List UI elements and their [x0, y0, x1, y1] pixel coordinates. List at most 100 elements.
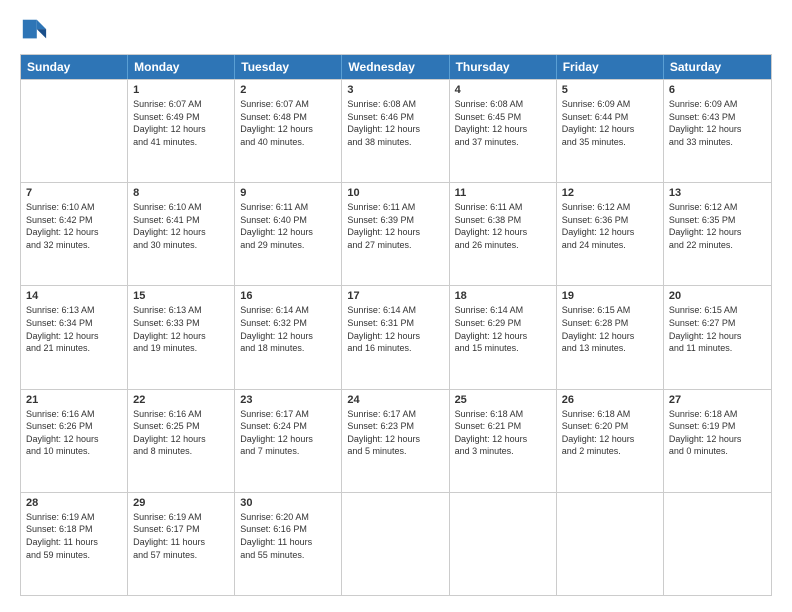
week-row-1: 1Sunrise: 6:07 AMSunset: 6:49 PMDaylight…: [21, 79, 771, 182]
day-number: 13: [669, 187, 766, 199]
week-row-3: 14 Sunrise: 6:13 AMSunset: 6:34 PMDayligh…: [21, 285, 771, 388]
calendar-cell: 15 Sunrise: 6:13 AMSunset: 6:33 PMDayligh…: [128, 286, 235, 388]
day-number: 7: [26, 187, 122, 199]
calendar-cell: [342, 493, 449, 595]
day-info: Sunrise: 6:20 AMSunset: 6:16 PMDaylight:…: [240, 511, 336, 561]
day-info: Sunrise: 6:10 AMSunset: 6:42 PMDaylight:…: [26, 201, 122, 251]
calendar-cell: 30 Sunrise: 6:20 AMSunset: 6:16 PMDayligh…: [235, 493, 342, 595]
day-info: Sunrise: 6:19 AMSunset: 6:17 PMDaylight:…: [133, 511, 229, 561]
day-number: 9: [240, 187, 336, 199]
calendar-cell: 17 Sunrise: 6:14 AMSunset: 6:31 PMDayligh…: [342, 286, 449, 388]
calendar-cell: [21, 80, 128, 182]
day-info: Sunrise: 6:14 AMSunset: 6:29 PMDaylight:…: [455, 304, 551, 354]
day-info: Sunrise: 6:16 AMSunset: 6:25 PMDaylight:…: [133, 408, 229, 458]
calendar-cell: 12 Sunrise: 6:12 AMSunset: 6:36 PMDayligh…: [557, 183, 664, 285]
day-number: 27: [669, 394, 766, 406]
day-info: Sunrise: 6:16 AMSunset: 6:26 PMDaylight:…: [26, 408, 122, 458]
day-info: Sunrise: 6:14 AMSunset: 6:31 PMDaylight:…: [347, 304, 443, 354]
header-day: Saturday: [664, 55, 771, 79]
header-day: Tuesday: [235, 55, 342, 79]
day-number: 8: [133, 187, 229, 199]
day-number: 11: [455, 187, 551, 199]
day-info: Sunrise: 6:17 AMSunset: 6:24 PMDaylight:…: [240, 408, 336, 458]
day-info: Sunrise: 6:12 AMSunset: 6:35 PMDaylight:…: [669, 201, 766, 251]
day-info: Sunrise: 6:18 AMSunset: 6:21 PMDaylight:…: [455, 408, 551, 458]
day-number: 22: [133, 394, 229, 406]
calendar-cell: 23 Sunrise: 6:17 AMSunset: 6:24 PMDayligh…: [235, 390, 342, 492]
header-day: Wednesday: [342, 55, 449, 79]
calendar: SundayMondayTuesdayWednesdayThursdayFrid…: [20, 54, 772, 596]
calendar-cell: 26 Sunrise: 6:18 AMSunset: 6:20 PMDayligh…: [557, 390, 664, 492]
day-number: 21: [26, 394, 122, 406]
calendar-cell: [450, 493, 557, 595]
day-number: 18: [455, 290, 551, 302]
day-number: 15: [133, 290, 229, 302]
day-info: Sunrise: 6:12 AMSunset: 6:36 PMDaylight:…: [562, 201, 658, 251]
day-number: 28: [26, 497, 122, 509]
page: SundayMondayTuesdayWednesdayThursdayFrid…: [0, 0, 792, 612]
day-number: 12: [562, 187, 658, 199]
calendar-cell: 13 Sunrise: 6:12 AMSunset: 6:35 PMDayligh…: [664, 183, 771, 285]
calendar-cell: 19Sunrise: 6:15 AMSunset: 6:28 PMDayligh…: [557, 286, 664, 388]
day-info: Sunrise: 6:19 AMSunset: 6:18 PMDaylight:…: [26, 511, 122, 561]
day-number: 3: [347, 84, 443, 96]
calendar-cell: [664, 493, 771, 595]
calendar-cell: 24 Sunrise: 6:17 AMSunset: 6:23 PMDayligh…: [342, 390, 449, 492]
day-number: 2: [240, 84, 336, 96]
day-number: 5: [562, 84, 658, 96]
day-number: 29: [133, 497, 229, 509]
day-number: 4: [455, 84, 551, 96]
day-number: 23: [240, 394, 336, 406]
calendar-cell: 25Sunrise: 6:18 AMSunset: 6:21 PMDayligh…: [450, 390, 557, 492]
calendar-cell: 16 Sunrise: 6:14 AMSunset: 6:32 PMDayligh…: [235, 286, 342, 388]
calendar-cell: 2 Sunrise: 6:07 AMSunset: 6:48 PMDaylight…: [235, 80, 342, 182]
calendar-cell: 9 Sunrise: 6:11 AMSunset: 6:40 PMDaylight…: [235, 183, 342, 285]
day-info: Sunrise: 6:08 AMSunset: 6:46 PMDaylight:…: [347, 98, 443, 148]
day-info: Sunrise: 6:18 AMSunset: 6:19 PMDaylight:…: [669, 408, 766, 458]
day-info: Sunrise: 6:08 AMSunset: 6:45 PMDaylight:…: [455, 98, 551, 148]
day-number: 6: [669, 84, 766, 96]
calendar-cell: 22 Sunrise: 6:16 AMSunset: 6:25 PMDayligh…: [128, 390, 235, 492]
day-info: Sunrise: 6:17 AMSunset: 6:23 PMDaylight:…: [347, 408, 443, 458]
day-info: Sunrise: 6:14 AMSunset: 6:32 PMDaylight:…: [240, 304, 336, 354]
day-info: Sunrise: 6:11 AMSunset: 6:40 PMDaylight:…: [240, 201, 336, 251]
day-number: 17: [347, 290, 443, 302]
calendar-cell: 10 Sunrise: 6:11 AMSunset: 6:39 PMDayligh…: [342, 183, 449, 285]
day-info: Sunrise: 6:10 AMSunset: 6:41 PMDaylight:…: [133, 201, 229, 251]
day-number: 24: [347, 394, 443, 406]
calendar-cell: 14 Sunrise: 6:13 AMSunset: 6:34 PMDayligh…: [21, 286, 128, 388]
logo: [20, 16, 52, 44]
header: [20, 16, 772, 44]
calendar-cell: 18 Sunrise: 6:14 AMSunset: 6:29 PMDayligh…: [450, 286, 557, 388]
day-info: Sunrise: 6:11 AMSunset: 6:39 PMDaylight:…: [347, 201, 443, 251]
week-row-5: 28 Sunrise: 6:19 AMSunset: 6:18 PMDayligh…: [21, 492, 771, 595]
day-number: 14: [26, 290, 122, 302]
day-number: 30: [240, 497, 336, 509]
day-info: Sunrise: 6:18 AMSunset: 6:20 PMDaylight:…: [562, 408, 658, 458]
calendar-cell: 4 Sunrise: 6:08 AMSunset: 6:45 PMDaylight…: [450, 80, 557, 182]
day-info: Sunrise: 6:13 AMSunset: 6:34 PMDaylight:…: [26, 304, 122, 354]
day-info: Sunrise: 6:07 AMSunset: 6:48 PMDaylight:…: [240, 98, 336, 148]
calendar-cell: 7 Sunrise: 6:10 AMSunset: 6:42 PMDaylight…: [21, 183, 128, 285]
day-info: Sunrise: 6:15 AMSunset: 6:28 PMDaylight:…: [562, 304, 658, 354]
calendar-body: 1Sunrise: 6:07 AMSunset: 6:49 PMDaylight…: [21, 79, 771, 595]
day-info: Sunrise: 6:09 AMSunset: 6:43 PMDaylight:…: [669, 98, 766, 148]
calendar-cell: 5 Sunrise: 6:09 AMSunset: 6:44 PMDaylight…: [557, 80, 664, 182]
day-number: 16: [240, 290, 336, 302]
calendar-cell: 1Sunrise: 6:07 AMSunset: 6:49 PMDaylight…: [128, 80, 235, 182]
day-number: 1: [133, 84, 229, 96]
calendar-cell: 29 Sunrise: 6:19 AMSunset: 6:17 PMDayligh…: [128, 493, 235, 595]
day-number: 10: [347, 187, 443, 199]
calendar-cell: 8 Sunrise: 6:10 AMSunset: 6:41 PMDaylight…: [128, 183, 235, 285]
day-info: Sunrise: 6:09 AMSunset: 6:44 PMDaylight:…: [562, 98, 658, 148]
header-day: Thursday: [450, 55, 557, 79]
header-day: Sunday: [21, 55, 128, 79]
day-info: Sunrise: 6:15 AMSunset: 6:27 PMDaylight:…: [669, 304, 766, 354]
day-info: Sunrise: 6:13 AMSunset: 6:33 PMDaylight:…: [133, 304, 229, 354]
calendar-cell: 20Sunrise: 6:15 AMSunset: 6:27 PMDayligh…: [664, 286, 771, 388]
calendar-cell: 3 Sunrise: 6:08 AMSunset: 6:46 PMDaylight…: [342, 80, 449, 182]
calendar-cell: 6 Sunrise: 6:09 AMSunset: 6:43 PMDaylight…: [664, 80, 771, 182]
calendar-cell: 27 Sunrise: 6:18 AMSunset: 6:19 PMDayligh…: [664, 390, 771, 492]
calendar-cell: 28 Sunrise: 6:19 AMSunset: 6:18 PMDayligh…: [21, 493, 128, 595]
day-number: 26: [562, 394, 658, 406]
